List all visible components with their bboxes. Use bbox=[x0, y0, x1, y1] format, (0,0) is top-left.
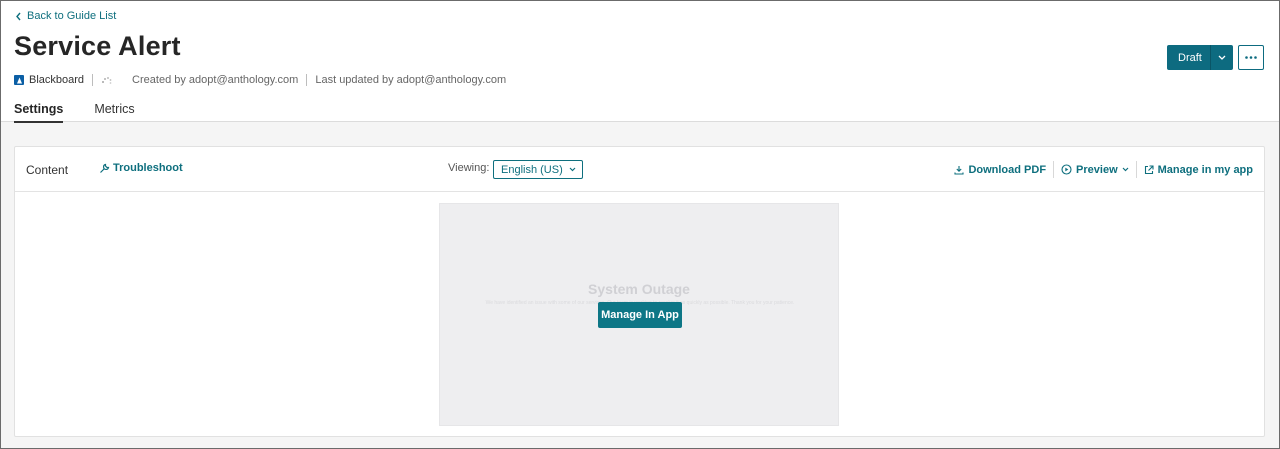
troubleshoot-link[interactable]: Troubleshoot bbox=[99, 162, 183, 174]
language-select[interactable]: English (US) bbox=[493, 160, 583, 179]
language-value: English (US) bbox=[501, 163, 563, 176]
play-circle-icon bbox=[1061, 164, 1072, 175]
loading-spinner-icon bbox=[102, 76, 112, 84]
preview-label: Preview bbox=[1076, 163, 1118, 176]
download-pdf-button[interactable]: Download PDF bbox=[954, 164, 1046, 176]
manage-in-my-app-link[interactable]: Manage in my app bbox=[1144, 164, 1253, 176]
preview-ghost-title: System Outage bbox=[588, 281, 690, 297]
more-options-button[interactable] bbox=[1238, 45, 1264, 70]
chevron-down-icon bbox=[569, 167, 576, 172]
content-toolbar: Content Troubleshoot Viewing: English (U… bbox=[15, 147, 1264, 192]
external-link-icon bbox=[1144, 164, 1154, 174]
content-panel: Content Troubleshoot Viewing: English (U… bbox=[14, 146, 1265, 437]
status-label: Draft bbox=[1178, 51, 1202, 64]
tab-metrics[interactable]: Metrics bbox=[94, 102, 134, 123]
guide-meta: Blackboard Created by adopt@anthology.co… bbox=[14, 73, 506, 87]
troubleshoot-label: Troubleshoot bbox=[113, 162, 183, 174]
wrench-icon bbox=[100, 163, 110, 173]
page-tabs: Settings Metrics bbox=[14, 102, 135, 123]
page-title: Service Alert bbox=[14, 31, 181, 61]
blackboard-logo-icon bbox=[14, 75, 24, 85]
chevron-down-icon[interactable] bbox=[1211, 55, 1233, 60]
divider bbox=[306, 74, 308, 86]
content-actions: Download PDF Preview Manage in my app bbox=[954, 161, 1253, 178]
chevron-left-icon bbox=[16, 12, 21, 20]
guide-preview: System Outage We have identified an issu… bbox=[439, 203, 839, 426]
ellipsis-icon bbox=[1245, 56, 1257, 59]
divider bbox=[92, 74, 94, 86]
manage-in-my-app-label: Manage in my app bbox=[1157, 163, 1253, 176]
last-updated-by: Last updated by adopt@anthology.com bbox=[315, 74, 507, 86]
preview-dropdown[interactable]: Preview bbox=[1061, 164, 1129, 176]
page-header: Back to Guide List Service Alert Blackbo… bbox=[1, 1, 1279, 123]
created-by: Created by adopt@anthology.com bbox=[132, 74, 299, 86]
divider bbox=[1135, 161, 1137, 178]
manage-in-app-button[interactable]: Manage In App bbox=[598, 302, 682, 328]
content-heading: Content bbox=[26, 163, 69, 177]
download-pdf-label: Download PDF bbox=[968, 163, 1047, 176]
download-icon bbox=[954, 165, 964, 175]
back-to-guide-list-link[interactable]: Back to Guide List bbox=[15, 10, 116, 22]
back-link-label: Back to Guide List bbox=[27, 10, 117, 22]
tab-settings[interactable]: Settings bbox=[14, 102, 64, 123]
viewing-label: Viewing: bbox=[448, 162, 490, 174]
status-dropdown-button[interactable]: Draft bbox=[1167, 45, 1233, 70]
chevron-down-icon bbox=[1122, 167, 1129, 172]
divider bbox=[1053, 161, 1055, 178]
app-name: Blackboard bbox=[29, 74, 85, 86]
